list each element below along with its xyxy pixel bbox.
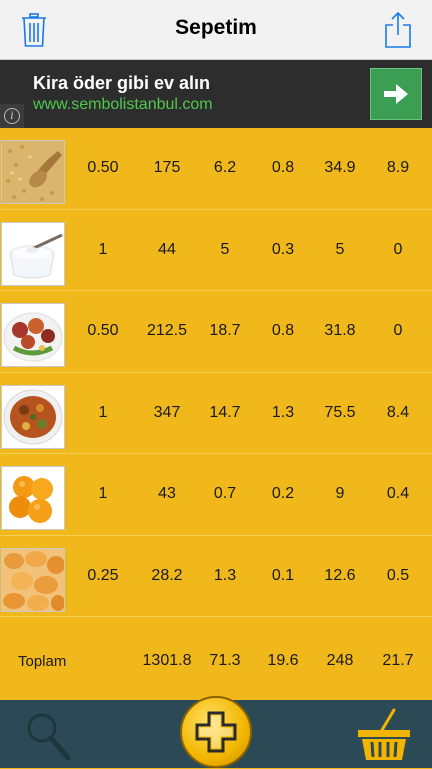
ad-open-button[interactable]: [370, 68, 422, 120]
basket-list: 0.50 175 6.2 0.8 34.9 8.9 1 44 5 0.3 5 0: [0, 128, 432, 617]
ad-url: www.sembolistanbul.com: [33, 96, 213, 113]
fat-value: 0.3: [271, 240, 295, 258]
carb-value: 9: [335, 485, 345, 503]
fat-value: 0.2: [271, 485, 295, 503]
share-button[interactable]: [376, 8, 420, 52]
fiber-value: 8.9: [386, 159, 410, 177]
total-row: Toplam 1301.8 71.3 19.6 248 21.7: [0, 622, 432, 700]
carb-value: 12.6: [324, 566, 356, 584]
portion-value: 1: [98, 485, 108, 503]
ad-title: Kira öder gibi ev alın: [33, 73, 211, 93]
tab-search[interactable]: [22, 708, 78, 764]
dried-apricot-food-image: [1, 547, 65, 612]
ad-info-button[interactable]: i: [0, 104, 24, 128]
list-item[interactable]: 0.25 28.2 1.3 0.1 12.6 0.5: [0, 536, 432, 617]
ad-banner[interactable]: Kira öder gibi ev alın www.sembolistanbu…: [0, 60, 432, 128]
calorie-value: 44: [158, 240, 176, 258]
total-fat-value: 19.6: [267, 652, 299, 669]
orange-food-image: [1, 466, 65, 530]
total-carb-value: 248: [326, 652, 354, 669]
bulgur-food-image: [1, 140, 65, 204]
fiber-value: 0: [393, 240, 403, 258]
protein-value: 0.7: [213, 485, 237, 503]
fiber-value: 0.5: [386, 566, 410, 584]
list-item[interactable]: 1 44 5 0.3 5 0: [0, 210, 432, 291]
list-item[interactable]: 0.50 175 6.2 0.8 34.9 8.9: [0, 128, 432, 210]
total-protein-value: 71.3: [209, 652, 241, 669]
navigation-bar: Sepetim: [0, 0, 432, 60]
fiber-value: 8.4: [386, 403, 410, 421]
total-label: Toplam: [18, 652, 67, 670]
fat-value: 0.1: [271, 566, 295, 584]
tab-add-food[interactable]: [180, 696, 252, 768]
carb-value: 5: [335, 240, 345, 258]
share-icon: [385, 12, 411, 48]
fiber-value: 0.4: [386, 485, 410, 503]
calorie-value: 43: [158, 485, 176, 503]
portion-value: 0.50: [87, 322, 119, 340]
page-title: Sepetim: [175, 16, 257, 39]
fat-value: 1.3: [271, 403, 295, 421]
carb-value: 31.8: [324, 322, 356, 340]
protein-value: 1.3: [213, 566, 237, 584]
tab-bar: [0, 696, 432, 768]
protein-value: 5: [220, 240, 230, 258]
protein-value: 14.7: [209, 403, 241, 421]
list-item[interactable]: 0.50 212.5 18.7 0.8 31.8 0: [0, 291, 432, 373]
calorie-value: 347: [153, 403, 181, 421]
protein-value: 18.7: [209, 322, 241, 340]
info-icon: i: [4, 108, 20, 124]
tab-basket[interactable]: [354, 708, 414, 764]
portion-value: 0.50: [87, 159, 119, 177]
total-calorie-value: 1301.8: [142, 652, 192, 669]
calorie-value: 212.5: [146, 322, 188, 340]
vegetable-stew-food-image: [1, 384, 65, 449]
fiber-value: 0: [393, 322, 403, 340]
arrow-right-icon: [384, 84, 408, 104]
meat-dish-food-image: [1, 303, 65, 367]
list-item[interactable]: 1 347 14.7 1.3 75.5 8.4: [0, 373, 432, 454]
portion-value: 0.25: [87, 566, 119, 584]
yogurt-food-image: [1, 221, 65, 286]
basket-icon: [358, 708, 410, 760]
calorie-value: 28.2: [151, 566, 183, 584]
fat-value: 0.8: [271, 159, 295, 177]
portion-value: 1: [98, 403, 108, 421]
carb-value: 75.5: [324, 403, 356, 421]
search-icon: [27, 713, 71, 761]
fat-value: 0.8: [271, 322, 295, 340]
carb-value: 34.9: [324, 159, 356, 177]
calorie-value: 175: [153, 159, 181, 177]
list-item[interactable]: 1 43 0.7 0.2 9 0.4: [0, 454, 432, 536]
add-food-icon: [195, 711, 237, 753]
portion-value: 1: [98, 240, 108, 258]
total-fiber-value: 21.7: [382, 652, 414, 669]
protein-value: 6.2: [213, 159, 237, 177]
